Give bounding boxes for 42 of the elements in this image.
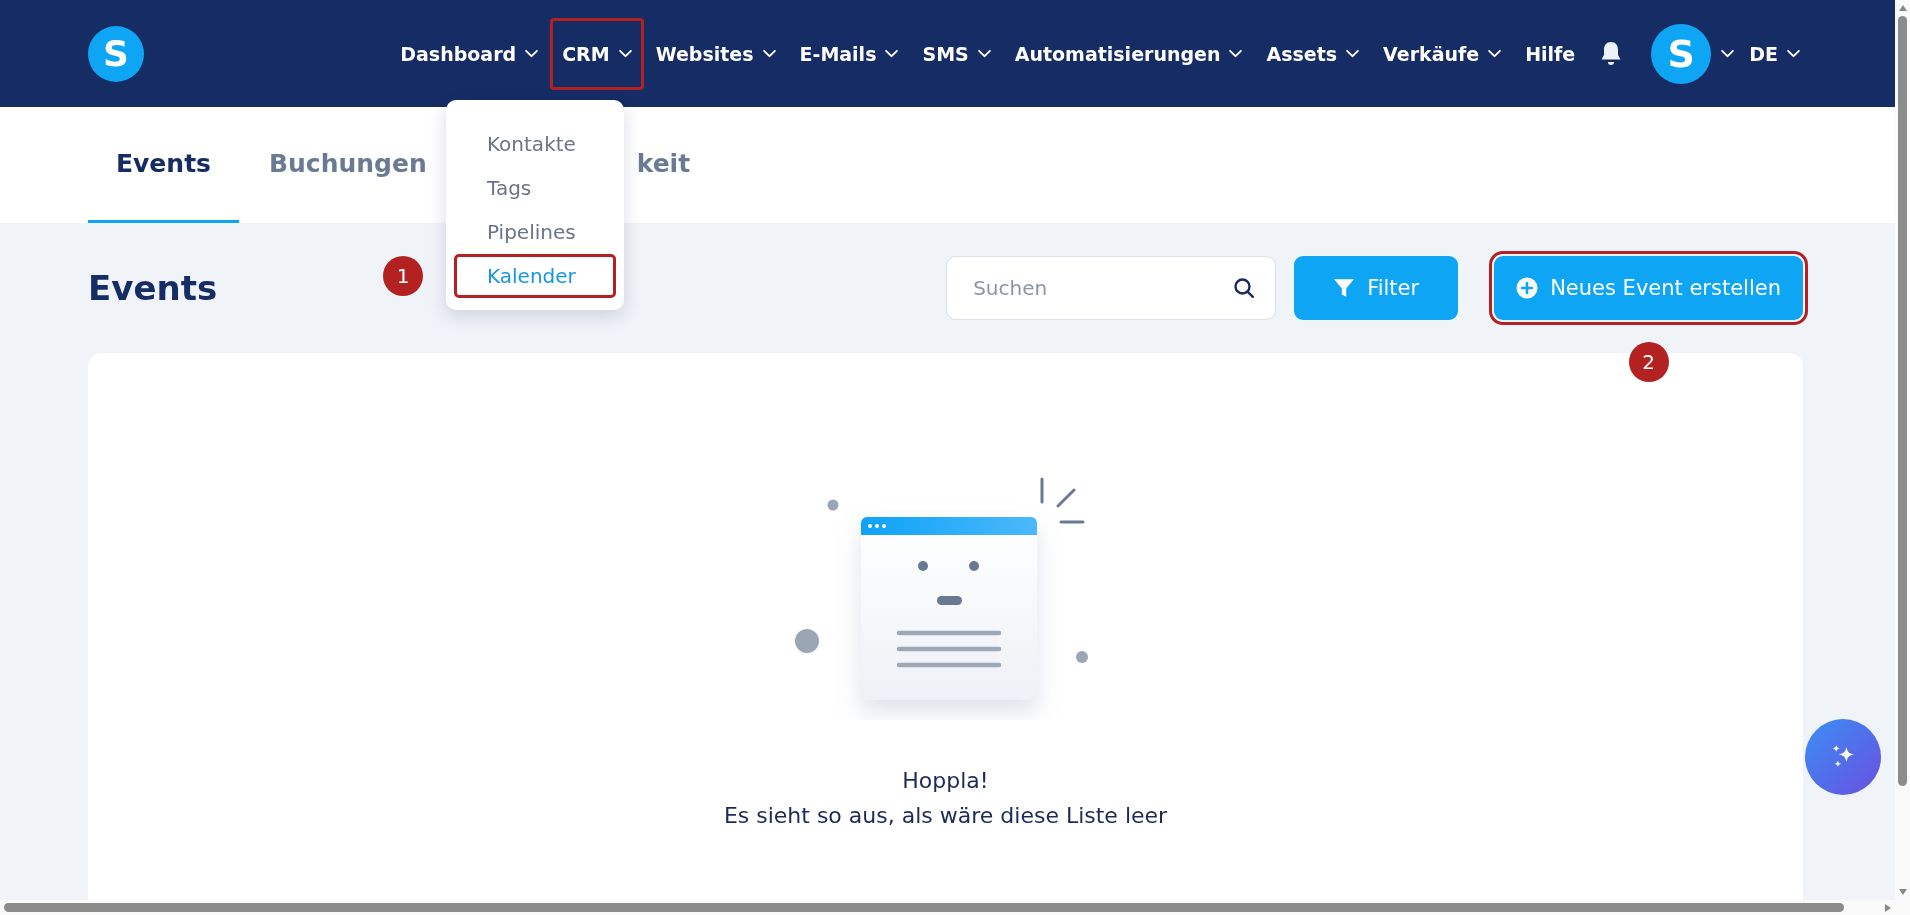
chevron-down-icon[interactable]	[1721, 49, 1735, 58]
scroll-down-icon[interactable]	[1897, 888, 1908, 896]
page-title: Events	[88, 268, 218, 308]
funnel-icon	[1333, 277, 1356, 299]
search-field[interactable]: Suchen	[946, 256, 1277, 320]
plus-circle-icon	[1516, 277, 1539, 299]
tab[interactable]: Buchungen	[238, 107, 457, 223]
nav-menu-item[interactable]: Verkäufe	[1371, 17, 1514, 90]
scroll-thumb[interactable]	[4, 903, 1844, 912]
nav-menu-item[interactable]: Websites	[643, 17, 788, 90]
nav-menu-item[interactable]: Dashboard	[388, 17, 551, 90]
scroll-right-icon[interactable]	[1884, 902, 1892, 913]
search-icon[interactable]	[1232, 276, 1257, 300]
chevron-down-icon	[1488, 49, 1502, 58]
tab[interactable]: Events	[88, 107, 239, 223]
menu-item[interactable]: Tags	[454, 166, 616, 210]
chevron-down-icon	[525, 49, 539, 58]
step-marker: 1	[383, 256, 423, 296]
scroll-up-icon[interactable]	[1897, 4, 1908, 12]
vertical-scrollbar[interactable]	[1895, 0, 1910, 900]
chevron-down-icon	[618, 49, 632, 58]
chevron-down-icon	[762, 49, 776, 58]
nav-menu-item[interactable]: Assets	[1254, 17, 1372, 90]
chevron-down-icon	[1229, 49, 1243, 58]
scroll-thumb[interactable]	[1898, 16, 1907, 786]
tab[interactable]: keit	[626, 107, 701, 223]
step-marker: 2	[1628, 342, 1669, 382]
chevron-down-icon	[1346, 49, 1360, 58]
nav-menu-item[interactable]: Automatisierungen	[1002, 17, 1255, 90]
menu-item[interactable]: Kontakte	[454, 122, 616, 166]
chevron-down-icon	[977, 49, 991, 58]
empty-state-message: Es sieht so aus, als wäre diese Liste leer	[723, 803, 1168, 828]
language-selector[interactable]: DE	[1742, 17, 1807, 90]
chevron-down-icon	[1787, 49, 1800, 58]
chevron-down-icon	[885, 49, 899, 58]
horizontal-scrollbar[interactable]	[0, 900, 1910, 915]
empty-state-title: Hoppla!	[902, 768, 989, 793]
menu-item[interactable]: Pipelines	[454, 210, 616, 254]
nav-menu-item[interactable]: E-Mails	[787, 17, 911, 90]
nav-menu-item[interactable]: Hilfe	[1513, 17, 1588, 90]
nav-menu-item[interactable]: CRM	[550, 17, 644, 90]
nav-menu-item[interactable]: SMS	[910, 17, 1003, 90]
